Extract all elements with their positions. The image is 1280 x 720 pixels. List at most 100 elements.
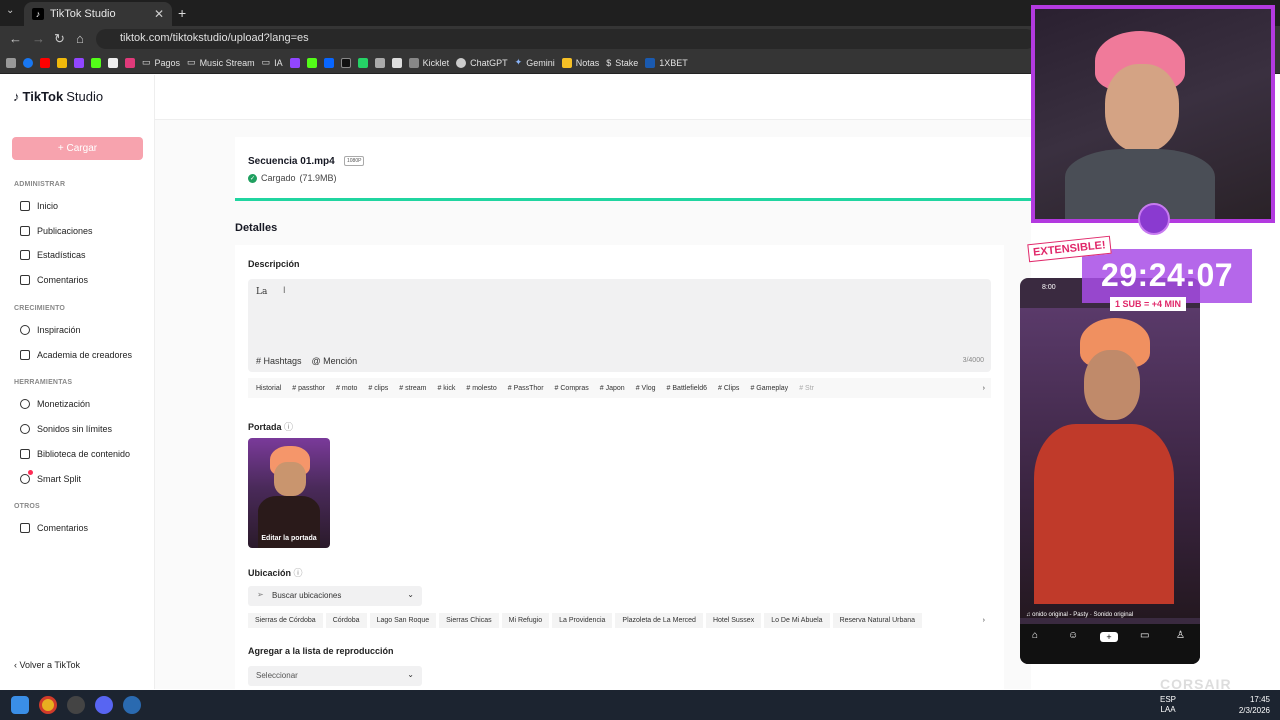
location-chip[interactable]: Sierras de Córdoba	[248, 612, 323, 628]
phone-face	[1084, 350, 1140, 420]
youtube-icon[interactable]	[40, 57, 50, 68]
hashtags-button[interactable]: # Hashtags	[256, 356, 302, 366]
system-clock[interactable]: 17:45 2/3/2026	[1239, 694, 1270, 716]
bookmark-notas[interactable]: Notas	[561, 57, 599, 68]
location-chip[interactable]: Lago San Roque	[369, 612, 437, 628]
telegram-icon[interactable]	[123, 696, 141, 714]
forward-arrow-icon[interactable]: →	[32, 31, 45, 46]
bookmark-ia[interactable]: ▭ IA	[262, 57, 283, 68]
location-chip[interactable]: Córdoba	[325, 612, 367, 628]
description-actions: # Hashtags @ Mención	[256, 356, 357, 366]
playlist-select[interactable]: Seleccionar ⌄	[248, 666, 422, 686]
meta-icon[interactable]	[323, 57, 334, 68]
sidebar-item-smart-split[interactable]: Smart Split	[20, 474, 81, 484]
sidebar-item-comments-other[interactable]: Comentarios	[20, 523, 88, 533]
tag-chip[interactable]: # kick	[437, 385, 455, 392]
upload-button[interactable]: + Cargar	[12, 137, 143, 160]
bookmark-icon[interactable]	[108, 57, 118, 68]
sidebar-item-sounds[interactable]: Sonidos sin límites	[20, 424, 112, 434]
binance-icon[interactable]	[57, 57, 67, 68]
openai-icon[interactable]	[67, 696, 85, 714]
edit-cover-label[interactable]: Editar la portada	[248, 535, 330, 542]
sub-rule-badge: 1 SUB = +4 MIN	[1110, 297, 1187, 311]
cover-thumbnail[interactable]: Editar la portada	[248, 438, 330, 548]
tag-chip[interactable]: # passthor	[292, 385, 325, 392]
location-chip[interactable]: Mi Refugio	[501, 612, 550, 628]
sidebar-item-monetization[interactable]: Monetización	[20, 399, 90, 409]
url-input[interactable]: tiktok.com/tiktokstudio/upload?lang=es	[96, 29, 1036, 49]
home-icon[interactable]: ⌂	[76, 31, 84, 46]
sidebar-item-home[interactable]: Inicio	[20, 201, 58, 211]
kick-icon[interactable]	[306, 57, 317, 68]
posts-icon	[20, 226, 30, 236]
description-input[interactable]: La I # Hashtags @ Mención 3/4000	[248, 279, 991, 372]
sidebar-item-stats[interactable]: Estadísticas	[20, 250, 86, 260]
bookmark-kicklet[interactable]: Kicklet	[408, 57, 449, 68]
windows-start-icon[interactable]	[11, 696, 29, 714]
tag-chip[interactable]: # molesto	[466, 385, 496, 392]
tag-history[interactable]: Historial	[256, 385, 281, 392]
tag-chip[interactable]: # Str	[799, 385, 814, 392]
new-tab-button[interactable]: +	[178, 5, 186, 21]
bookmark-icon[interactable]	[374, 57, 385, 68]
chrome-icon[interactable]	[39, 696, 57, 714]
main-content: Secuencia 01.mp4 1080P ✓ Cargado (71.9MB…	[155, 75, 1031, 689]
bookmark-music-stream[interactable]: ▭ Music Stream	[187, 57, 255, 68]
bookmark-1xbet[interactable]: 1XBET	[645, 57, 688, 68]
tag-chip[interactable]: # PassThor	[508, 385, 544, 392]
chevron-right-icon[interactable]: ›	[976, 384, 985, 392]
tag-chip[interactable]: # clips	[368, 385, 388, 392]
tiktok-studio-logo[interactable]: ♪ TikTok Studio	[13, 89, 103, 104]
discord-icon[interactable]	[95, 696, 113, 714]
tab-close-icon[interactable]: ✕	[154, 7, 164, 21]
bookmark-icon[interactable]	[125, 57, 135, 68]
whatsapp-icon[interactable]	[357, 57, 368, 68]
sidebar-item-library[interactable]: Biblioteca de contenido	[20, 449, 130, 459]
kick-icon[interactable]	[91, 57, 101, 68]
comment-icon	[20, 523, 30, 533]
twitch-icon[interactable]	[74, 57, 84, 68]
tiktok-icon[interactable]	[340, 57, 351, 68]
text-cursor-icon: I	[283, 285, 286, 295]
tag-chip[interactable]: # Clips	[718, 385, 739, 392]
location-search-select[interactable]: ➢ Buscar ubicaciones ⌄	[248, 586, 422, 606]
info-icon[interactable]: ⓘ	[284, 422, 293, 432]
chevron-right-icon[interactable]: ›	[976, 616, 985, 624]
back-arrow-icon[interactable]: ←	[9, 31, 22, 46]
location-chip[interactable]: Lo De Mi Abuela	[764, 612, 830, 628]
sidebar-item-academy[interactable]: Academia de creadores	[20, 350, 132, 360]
reload-icon[interactable]: ↻	[54, 31, 65, 47]
mention-button[interactable]: @ Mención	[312, 356, 358, 366]
sidebar-item-comments[interactable]: Comentarios	[20, 275, 88, 285]
bookmark-chatgpt[interactable]: ChatGPT	[456, 57, 508, 68]
tag-chip[interactable]: # Gameplay	[750, 385, 788, 392]
tag-chip[interactable]: # Vlog	[636, 385, 656, 392]
bookmark-pagos[interactable]: ▭ Pagos	[142, 57, 180, 68]
1xbet-icon	[645, 57, 656, 68]
location-chip[interactable]: Sierras Chicas	[439, 612, 499, 628]
location-chip[interactable]: Reserva Natural Urbana	[832, 612, 923, 628]
browser-tab[interactable]: ♪ TikTok Studio ✕	[24, 2, 172, 26]
location-chip[interactable]: La Providencia	[552, 612, 613, 628]
language-indicator[interactable]: ESP LAA	[1160, 695, 1176, 715]
back-to-tiktok-link[interactable]: ‹ Volver a TikTok	[14, 660, 80, 670]
tag-chip[interactable]: # Japon	[600, 385, 625, 392]
facebook-icon[interactable]	[23, 57, 33, 68]
location-pin-icon: ➢	[257, 590, 264, 599]
location-chip[interactable]: Hotel Sussex	[705, 612, 762, 628]
tag-chip[interactable]: # moto	[336, 385, 357, 392]
twitch-icon[interactable]	[289, 57, 300, 68]
tag-chip[interactable]: # stream	[399, 385, 426, 392]
sidebar-item-inspiration[interactable]: Inspiración	[20, 325, 81, 335]
apps-icon[interactable]	[6, 57, 16, 68]
info-icon[interactable]: ⓘ	[294, 568, 303, 578]
tab-list-chevron-icon[interactable]: ⌄	[6, 5, 14, 16]
tag-chip[interactable]: # Compras	[555, 385, 589, 392]
sidebar-item-posts[interactable]: Publicaciones	[20, 226, 93, 236]
tag-chip[interactable]: # Battlefield6	[667, 385, 707, 392]
bookmark-icon[interactable]	[391, 57, 402, 68]
folder-icon: ▭	[261, 57, 271, 67]
bookmark-gemini[interactable]: ✦ Gemini	[515, 57, 555, 68]
location-chip[interactable]: Plazoleta de La Merced	[615, 612, 703, 628]
bookmark-stake[interactable]: $ Stake	[606, 58, 638, 68]
